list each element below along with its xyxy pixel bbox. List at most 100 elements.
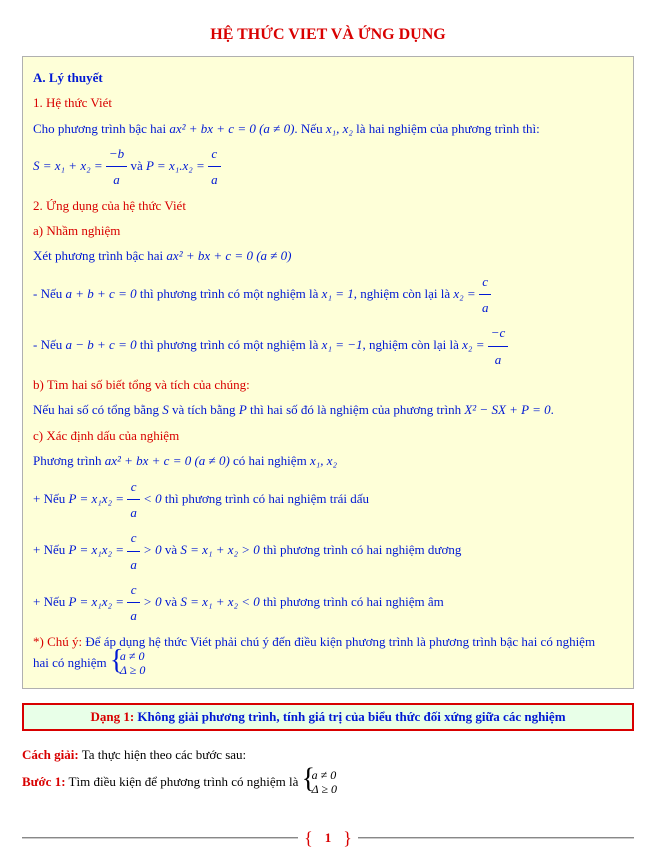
dang1-box: Dạng 1: Không giải phương trình, tính gi… bbox=[22, 703, 634, 731]
condition-system: a ≠ 0 Δ ≥ 0 bbox=[110, 650, 145, 678]
text: . Nếu bbox=[294, 121, 325, 136]
root2-frac: ca bbox=[479, 269, 492, 321]
num: c bbox=[127, 525, 140, 550]
roots: x₁, x₂ bbox=[310, 453, 337, 468]
sum-frac: −ba bbox=[106, 141, 127, 193]
s2a-case1: - Nếu a + b + c = 0 thì phương trình có … bbox=[33, 269, 623, 321]
p-expr: P = x₁x₂ = bbox=[69, 490, 128, 505]
and: và bbox=[162, 542, 181, 557]
cmp: < 0 bbox=[140, 490, 162, 505]
cond-2: Δ ≥ 0 bbox=[312, 783, 337, 797]
s2c-bullet3: + Nếu P = x₁x₂ = ca > 0 và S = x₁ + x₂ <… bbox=[33, 577, 623, 629]
root2-frac: −ca bbox=[488, 320, 509, 372]
num: c bbox=[127, 474, 140, 499]
p-frac: ca bbox=[127, 525, 140, 577]
equation: ax² + bx + c = 0 (a ≠ 0) bbox=[166, 248, 291, 263]
theory-box: A. Lý thuyết 1. Hệ thức Viét Cho phương … bbox=[22, 56, 634, 689]
text: Phương trình bbox=[33, 453, 105, 468]
heading-2c: c) Xác định dấu của nghiệm bbox=[33, 423, 623, 448]
equation: X² − SX + P = 0 bbox=[464, 402, 550, 417]
sum-lhs: S = x₁ + x₂ = bbox=[33, 158, 106, 173]
step1: Bước 1: Tìm điều kiện để phương trình có… bbox=[22, 768, 634, 797]
cond: a + b + c = 0 bbox=[66, 286, 137, 301]
num: c bbox=[479, 269, 492, 294]
text: thì hai số đó là nghiệm của phương trình bbox=[247, 402, 465, 417]
step1-label: Bước 1: bbox=[22, 774, 66, 789]
page-number: 1 bbox=[319, 830, 338, 846]
and: và bbox=[162, 594, 181, 609]
s2c-bullet2: + Nếu P = x₁x₂ = ca > 0 và S = x₁ + x₂ >… bbox=[33, 525, 623, 577]
root1: x₁ = −1 bbox=[322, 337, 363, 352]
num: c bbox=[127, 577, 140, 602]
cond-2: Δ ≥ 0 bbox=[120, 664, 145, 678]
prod-lhs: P = x₁.x₂ = bbox=[146, 158, 208, 173]
text: , nghiệm còn lại là bbox=[354, 286, 454, 301]
pre: + Nếu bbox=[33, 490, 69, 505]
s2c-line1: Phương trình ax² + bx + c = 0 (a ≠ 0) có… bbox=[33, 448, 623, 473]
step1-body: Tìm điều kiện để phương trình có nghiệm … bbox=[66, 774, 302, 789]
note-star: *) Chú ý: bbox=[33, 634, 82, 649]
cmp: > 0 bbox=[140, 594, 162, 609]
s-expr: S = x₁ + x₂ > 0 bbox=[180, 542, 259, 557]
text: Xét phương trình bậc hai bbox=[33, 248, 166, 263]
s-expr: S = x₁ + x₂ < 0 bbox=[180, 594, 259, 609]
bracket-right-icon: } bbox=[343, 829, 352, 847]
heading-2: 2. Ứng dụng của hệ thức Viét bbox=[33, 193, 623, 218]
footer-rule-right bbox=[358, 837, 634, 839]
s1-line1: Cho phương trình bậc hai ax² + bx + c = … bbox=[33, 116, 623, 141]
p-frac: ca bbox=[127, 474, 140, 526]
den: a bbox=[106, 166, 127, 192]
condition-system: a ≠ 0 Δ ≥ 0 bbox=[302, 769, 337, 797]
page-footer: { 1 } bbox=[22, 829, 634, 847]
dot: . bbox=[551, 402, 554, 417]
tail: thì phương trình có hai nghiệm trái dấu bbox=[162, 490, 369, 505]
pre: + Nếu bbox=[33, 542, 69, 557]
tail: thì phương trình có hai nghiệm âm bbox=[260, 594, 444, 609]
roots: x₁, x₂ bbox=[326, 121, 353, 136]
root1: x₁ = 1 bbox=[322, 286, 354, 301]
num: −c bbox=[488, 320, 509, 345]
p-expr: P = x₁x₂ = bbox=[69, 594, 128, 609]
den: a bbox=[127, 602, 140, 628]
dang1-label: Dạng 1: bbox=[90, 709, 134, 724]
heading-a: A. Lý thuyết bbox=[33, 65, 623, 90]
s2a-case2: - Nếu a − b + c = 0 thì phương trình có … bbox=[33, 320, 623, 372]
num: −b bbox=[106, 141, 127, 166]
s1-formulas: S = x₁ + x₂ = −ba và P = x₁.x₂ = ca bbox=[33, 141, 623, 193]
and: và bbox=[130, 158, 146, 173]
text: - Nếu bbox=[33, 286, 66, 301]
text: thì phương trình có một nghiệm là bbox=[137, 286, 322, 301]
s2b-body: Nếu hai số có tổng bằng S và tích bằng P… bbox=[33, 397, 623, 422]
heading-2a: a) Nhầm nghiệm bbox=[33, 218, 623, 243]
den: a bbox=[208, 166, 221, 192]
prod-frac: ca bbox=[208, 141, 221, 193]
equation: ax² + bx + c = 0 (a ≠ 0) bbox=[105, 453, 230, 468]
text: thì phương trình có một nghiệm là bbox=[137, 337, 322, 352]
text: Nếu hai số có tổng bằng bbox=[33, 402, 162, 417]
solve-label: Cách giải: bbox=[22, 747, 79, 762]
num: c bbox=[208, 141, 221, 166]
p-var: P bbox=[239, 402, 247, 417]
p-frac: ca bbox=[127, 577, 140, 629]
solve-intro: Cách giải: Ta thực hiện theo các bước sa… bbox=[22, 741, 634, 768]
text: có hai nghiệm bbox=[230, 453, 310, 468]
den: a bbox=[127, 499, 140, 525]
footer-rule-left bbox=[22, 837, 298, 839]
text: - Nếu bbox=[33, 337, 66, 352]
root2-pre: x₂ = bbox=[462, 337, 488, 352]
dang1-body: Không giải phương trình, tính giá trị củ… bbox=[134, 709, 565, 724]
solve-body: Ta thực hiện theo các bước sau: bbox=[79, 747, 246, 762]
tail: thì phương trình có hai nghiệm dương bbox=[260, 542, 462, 557]
heading-2b: b) Tìm hai số biết tổng và tích của chún… bbox=[33, 372, 623, 397]
text: , nghiệm còn lại là bbox=[363, 337, 463, 352]
note-body: Để áp dụng hệ thức Viét phải chú ý đến đ… bbox=[82, 634, 595, 649]
den: a bbox=[479, 294, 492, 320]
den: a bbox=[488, 346, 509, 372]
cond-1: a ≠ 0 bbox=[120, 650, 145, 664]
text: là hai nghiệm của phương trình thì: bbox=[353, 121, 540, 136]
text: Cho phương trình bậc hai bbox=[33, 121, 169, 136]
pre: + Nếu bbox=[33, 594, 69, 609]
note-line-2: hai có nghiệm a ≠ 0 Δ ≥ 0 bbox=[33, 650, 623, 678]
s2a-line1: Xét phương trình bậc hai ax² + bx + c = … bbox=[33, 243, 623, 268]
p-expr: P = x₁x₂ = bbox=[69, 542, 128, 557]
